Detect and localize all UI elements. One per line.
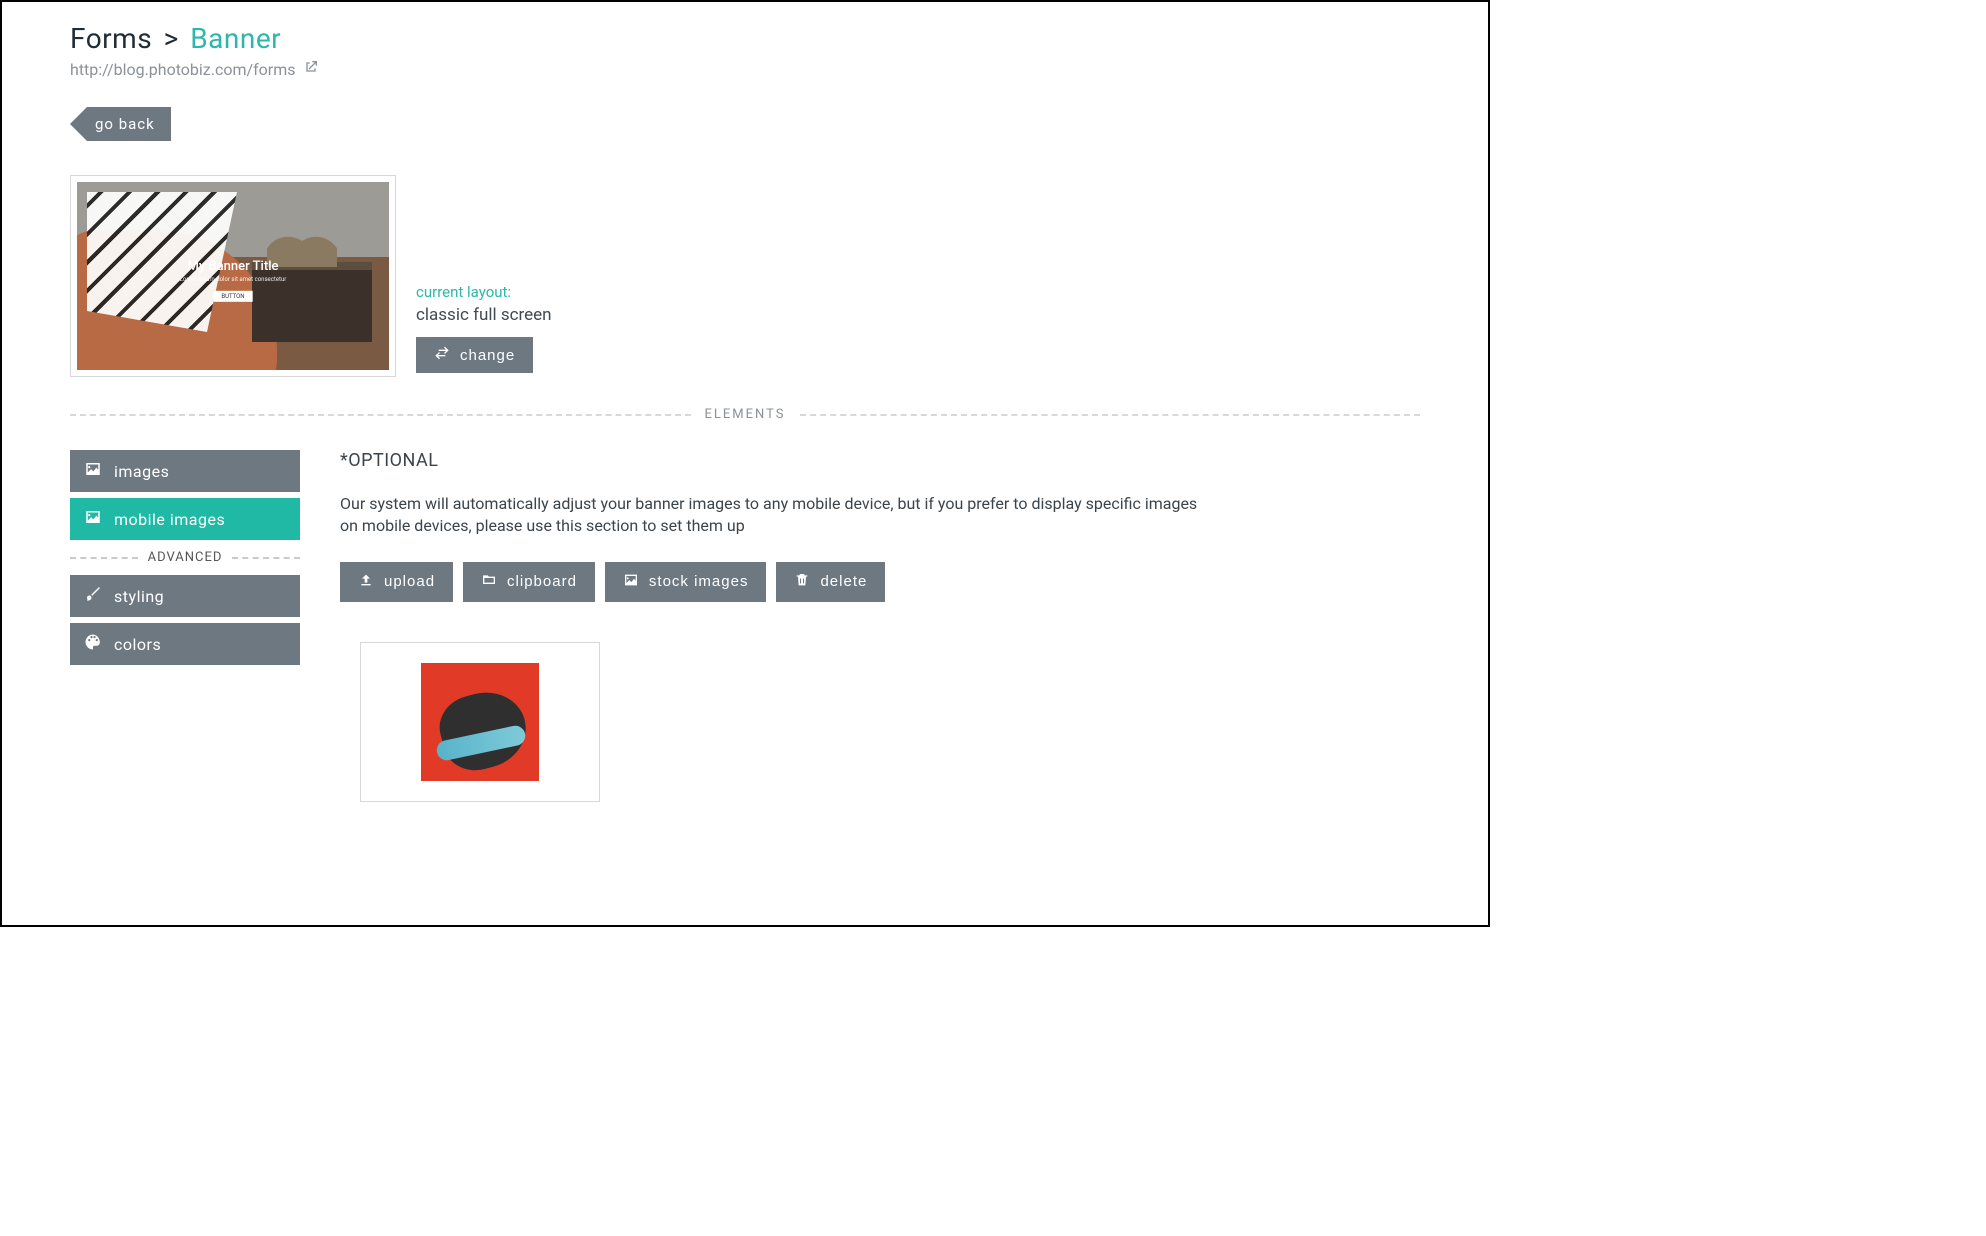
preview-thumbnail[interactable]: My Banner Title Lorem ipsum dolor sit am… xyxy=(70,175,396,377)
description-text: Our system will automatically adjust you… xyxy=(340,493,1200,538)
preview-banner-subtitle: Lorem ipsum dolor sit amet consectetur xyxy=(180,276,287,283)
preview-banner-title: My Banner Title xyxy=(180,259,287,274)
sidebar-item-label: mobile images xyxy=(114,510,225,529)
breadcrumb: Forms > Banner xyxy=(70,22,1420,55)
layout-value: classic full screen xyxy=(416,305,552,325)
preview-row: My Banner Title Lorem ipsum dolor sit am… xyxy=(70,175,1420,377)
open-external-icon[interactable] xyxy=(303,59,319,79)
elements-divider: ELEMENTS xyxy=(70,407,1420,422)
sidebar: images mobile images ADVANCED styling co… xyxy=(70,450,300,802)
elements-divider-label: ELEMENTS xyxy=(705,407,786,422)
breadcrumb-separator: > xyxy=(164,22,179,55)
content-panel: *OPTIONAL Our system will automatically … xyxy=(340,450,1420,802)
trash-icon xyxy=(794,572,810,592)
sidebar-item-colors[interactable]: colors xyxy=(70,623,300,665)
sidebar-item-styling[interactable]: styling xyxy=(70,575,300,617)
upload-label: upload xyxy=(384,573,435,590)
delete-button[interactable]: delete xyxy=(776,562,885,602)
folder-icon xyxy=(481,572,497,592)
breadcrumb-root[interactable]: Forms xyxy=(70,22,152,55)
palette-icon xyxy=(84,633,102,655)
stock-images-button[interactable]: stock images xyxy=(605,562,767,602)
breadcrumb-current: Banner xyxy=(190,22,281,55)
sidebar-item-images[interactable]: images xyxy=(70,450,300,492)
go-back-button[interactable]: go back xyxy=(87,107,171,141)
sidebar-advanced-separator: ADVANCED xyxy=(70,550,300,565)
swap-icon xyxy=(434,345,450,365)
sidebar-item-mobile-images[interactable]: mobile images xyxy=(70,498,300,540)
layout-label: current layout: xyxy=(416,283,552,301)
optional-heading: *OPTIONAL xyxy=(340,450,1420,471)
clipboard-button[interactable]: clipboard xyxy=(463,562,595,602)
upload-icon xyxy=(358,572,374,592)
go-back-label: go back xyxy=(95,115,155,133)
sidebar-item-label: colors xyxy=(114,635,161,654)
mobile-image-thumbnail[interactable] xyxy=(360,642,600,802)
stock-images-label: stock images xyxy=(649,573,749,590)
upload-button[interactable]: upload xyxy=(340,562,453,602)
sidebar-advanced-label: ADVANCED xyxy=(148,550,223,565)
clipboard-label: clipboard xyxy=(507,573,577,590)
page-url: http://blog.photobiz.com/forms xyxy=(70,60,295,79)
image-icon xyxy=(84,508,102,530)
delete-label: delete xyxy=(820,573,867,590)
action-row: upload clipboard stock images delete xyxy=(340,562,1420,602)
image-icon xyxy=(623,572,639,592)
change-layout-label: change xyxy=(460,347,515,364)
page-url-row: http://blog.photobiz.com/forms xyxy=(70,59,1420,79)
sidebar-item-label: images xyxy=(114,462,169,481)
sidebar-item-label: styling xyxy=(114,587,164,606)
brush-icon xyxy=(84,585,102,607)
layout-info: current layout: classic full screen chan… xyxy=(416,283,552,373)
preview-banner-button: BUTTON xyxy=(213,291,252,302)
change-layout-button[interactable]: change xyxy=(416,337,533,373)
image-icon xyxy=(84,460,102,482)
